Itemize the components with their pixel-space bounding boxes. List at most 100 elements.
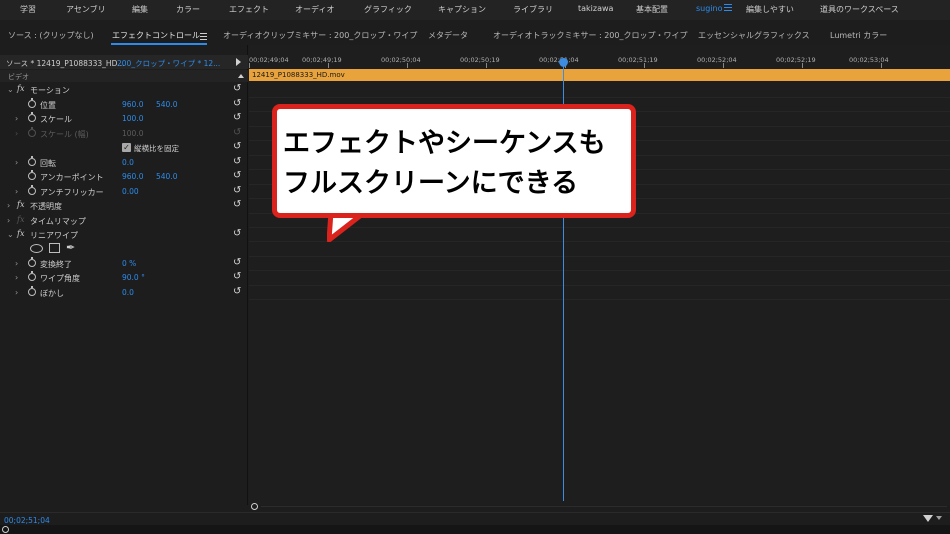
effect-motion-row[interactable]: ⌄ fx モーション ↺ [0,83,248,97]
workspace-easy-edit[interactable]: 編集しやすい [746,4,794,15]
scale-value[interactable]: 100.0 [122,114,143,123]
stopwatch-icon[interactable] [28,185,36,195]
ellipse-mask-icon[interactable] [30,244,43,253]
workspace-audio[interactable]: オーディオ [295,4,334,15]
tab-effect-controls[interactable]: エフェクトコントロール [112,30,200,41]
workspace-captions[interactable]: キャプション [438,4,486,15]
time-ruler[interactable]: 00;02;49;04 00;02;49;19 00;02;50;04 00;0… [249,55,950,68]
chevron-right-icon[interactable]: › [15,273,18,282]
anti-flicker-value[interactable]: 0.00 [122,187,139,196]
workspace-effects[interactable]: エフェクト [229,4,269,15]
property-rotation-row: › 回転 0.0 ↺ [0,156,248,170]
workspace-libraries[interactable]: ライブラリ [513,4,553,15]
stopwatch-icon[interactable] [28,170,36,180]
workspace-editing[interactable]: 編集 [132,4,148,15]
property-completion-row: › 変換終了 0 % ↺ [0,257,248,271]
clip-bar[interactable]: 12419_P1088333_HD.mov [249,69,950,81]
chevron-down-icon[interactable]: ⌄ [7,85,14,94]
workspace-basic-layout[interactable]: 基本配置 [636,4,668,15]
position-x-value[interactable]: 960.0 [122,100,143,109]
tab-lumetri-color[interactable]: Lumetri カラー [830,30,887,41]
reset-icon[interactable]: ↺ [233,84,241,94]
workspace-graphics[interactable]: グラフィック [364,4,412,15]
chevron-right-icon[interactable]: › [7,201,10,210]
collapse-up-icon[interactable] [238,74,244,78]
tab-audio-track-mixer[interactable]: オーディオトラックミキサー : 200_クロップ・ワイプ [493,30,688,41]
anchor-y-value[interactable]: 540.0 [156,172,177,181]
pen-mask-icon[interactable]: ✒ [66,241,75,254]
sequence-clip-label[interactable]: 200_クロップ・ワイプ * 12... [117,58,220,69]
stopwatch-icon[interactable] [28,257,36,267]
property-rotation-label: 回転 [40,159,56,168]
source-clip-label[interactable]: ソース * 12419_P1088333_HD... [6,58,125,69]
effect-time-remap-row[interactable]: › fx タイムリマップ [0,214,248,228]
workspace-color[interactable]: カラー [176,4,200,15]
workspace-menu-icon[interactable] [724,4,732,12]
stopwatch-icon[interactable] [28,286,36,296]
workspace-tools[interactable]: 道具のワークスペース [820,4,899,15]
workspace-assembly[interactable]: アセンブリ [66,4,106,15]
effect-opacity-row[interactable]: › fx 不透明度 ↺ [0,199,248,213]
chevron-right-icon[interactable]: › [15,259,18,268]
reset-icon[interactable]: ↺ [233,229,241,239]
scroll-track[interactable] [261,506,947,507]
chevron-right-icon[interactable]: › [7,216,10,225]
zoom-scrollbar[interactable] [249,501,950,511]
reset-icon[interactable]: ↺ [233,113,241,123]
reset-icon[interactable]: ↺ [233,171,241,181]
reset-icon[interactable]: ↺ [233,186,241,196]
stopwatch-icon[interactable] [28,156,36,166]
workspace-sugino[interactable]: sugino [696,4,723,13]
reset-icon[interactable]: ↺ [233,157,241,167]
reset-icon[interactable]: ↺ [233,99,241,109]
anchor-x-value[interactable]: 960.0 [122,172,143,181]
filter-icon[interactable] [923,515,933,522]
effect-linear-wipe-row[interactable]: ⌄ fx リニアワイプ ↺ [0,228,248,242]
track-divider [249,97,950,98]
track-divider [249,270,950,271]
chevron-right-icon[interactable]: › [15,114,18,123]
reset-icon[interactable]: ↺ [233,142,241,152]
position-y-value[interactable]: 540.0 [156,100,177,109]
play-arrow-icon[interactable] [236,58,241,66]
reset-icon[interactable]: ↺ [233,200,241,210]
fx-icon: fx [17,215,25,224]
video-section-header: ビデオ [0,70,248,82]
chevron-down-icon[interactable] [936,516,942,520]
tab-audio-clip-mixer[interactable]: オーディオクリップミキサー : 200_クロップ・ワイプ [223,30,417,41]
fx-icon[interactable]: fx [17,84,24,93]
chevron-down-icon[interactable]: ⌄ [7,230,14,239]
workspace-takizawa[interactable]: takizawa [578,4,613,13]
property-scale-width-row: › スケール (幅) 100.0 ↺ [0,127,248,141]
zoom-handle[interactable] [251,503,258,510]
current-timecode[interactable]: 00;02;51;04 [4,516,50,525]
feather-value[interactable]: 0.0 [122,288,134,297]
rotation-value[interactable]: 0.0 [122,158,134,167]
chevron-right-icon[interactable]: › [15,187,18,196]
track-divider [249,285,950,286]
workspace-learn[interactable]: 学習 [20,4,36,15]
stopwatch-icon[interactable] [28,271,36,281]
track-divider [249,299,950,300]
chevron-right-icon[interactable]: › [15,288,18,297]
property-anchor-label: アンカーポイント [40,173,104,182]
rectangle-mask-icon[interactable] [49,243,60,253]
stopwatch-icon[interactable] [28,98,36,108]
stopwatch-icon[interactable] [28,112,36,122]
fx-icon[interactable]: fx [17,200,24,209]
tab-essential-graphics[interactable]: エッセンシャルグラフィックス [698,30,810,41]
completion-value[interactable]: 0 % [122,259,136,268]
callout-line-2: フルスクリーンにできる [283,168,579,199]
property-scale-label: スケール [40,115,72,124]
uniform-scale-checkbox[interactable]: ✓ [122,143,131,152]
panel-menu-icon[interactable] [200,33,207,42]
tab-metadata[interactable]: メタデータ [428,30,468,41]
fx-icon[interactable]: fx [17,229,24,238]
reset-icon[interactable]: ↺ [233,258,241,268]
reset-icon[interactable]: ↺ [233,287,241,297]
reset-icon[interactable]: ↺ [233,272,241,282]
chevron-right-icon[interactable]: › [15,158,18,167]
tab-source[interactable]: ソース : (クリップなし) [8,30,94,41]
uniform-scale-row: ✓ 縦横比を固定 ↺ [0,141,248,155]
wipe-angle-value[interactable]: 90.0 ° [122,273,145,282]
